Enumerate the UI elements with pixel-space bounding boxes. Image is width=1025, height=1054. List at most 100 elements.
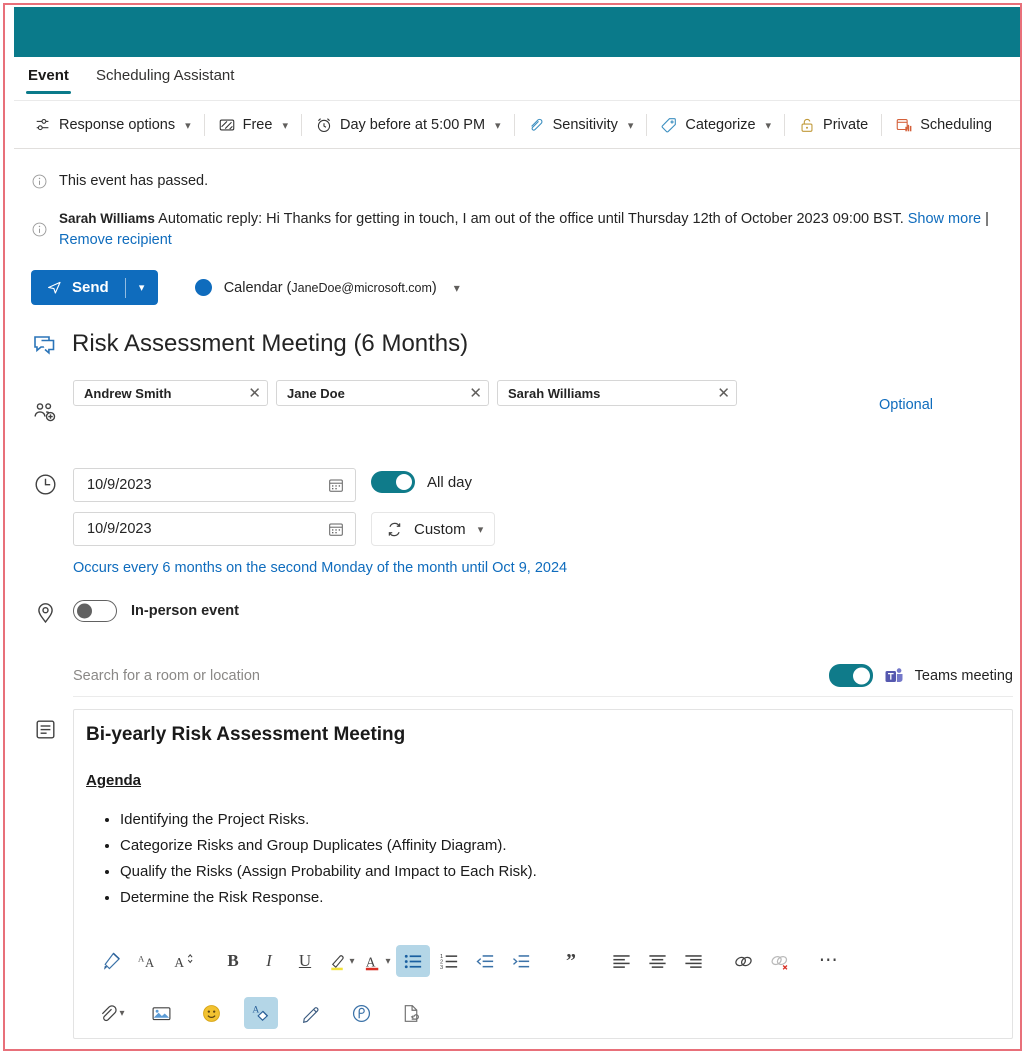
increase-indent-icon[interactable] [504,945,538,977]
chevron-down-icon[interactable]: ▾ [349,956,354,967]
svg-text:A: A [252,1004,259,1015]
optional-attendees-link[interactable]: Optional [879,397,933,413]
show-more-link[interactable]: Show more [908,211,981,227]
font-color-icon[interactable]: A ▾ [360,945,394,977]
repeat-icon [388,522,401,536]
chevron-down-icon: ▾ [495,119,501,132]
more-options-icon[interactable]: ⋯ [812,945,846,977]
busy-status-label: Free [242,117,273,133]
reminder-label: Day before at 5:00 PM [339,117,486,133]
private-button[interactable]: Private [790,108,876,142]
event-passed-notice: This event has passed. [31,171,208,192]
body-content[interactable]: Bi-yearly Risk Assessment Meeting Agenda… [74,710,1012,911]
insert-link-icon[interactable] [726,945,760,977]
attendee-chips: Andrew Smith ✕ Jane Doe ✕ Sarah Williams… [73,380,933,406]
in-person-toggle[interactable] [73,600,117,622]
send-button[interactable]: Send ▾ [31,270,158,305]
event-compose-window: Event Scheduling Assistant Response opti… [3,3,1022,1051]
tab-event[interactable]: Event [26,63,71,94]
toolbar-divider [300,114,302,136]
align-right-icon[interactable] [676,945,710,977]
calendar-dropdown-icon[interactable]: ▾ [454,281,460,295]
alarm-clock-icon [315,116,333,134]
reminder-button[interactable]: Day before at 5:00 PM ▾ [307,108,509,142]
recurrence-value: Custom [414,520,466,538]
underline-icon[interactable]: U [288,945,322,977]
sensitivity-button[interactable]: Sensitivity ▾ [520,108,642,142]
close-icon[interactable]: ✕ [717,386,730,401]
teams-chat-icon [32,335,58,359]
recurrence-button[interactable]: Custom ▾ [371,512,496,546]
close-icon[interactable]: ✕ [248,386,261,401]
window-title-bar [14,7,1020,57]
toolbar-divider [784,114,786,136]
event-body-editor[interactable]: Bi-yearly Risk Assessment Meeting Agenda… [73,709,1013,1039]
bulleted-list-icon[interactable] [396,945,430,977]
in-person-row: In-person event [73,600,239,622]
quote-icon[interactable]: ” [554,945,588,977]
tab-strip: Event Scheduling Assistant [14,57,1020,101]
command-bar: Response options ▾ Free ▾ Day before at … [14,102,1020,149]
chevron-down-icon: ▾ [627,119,634,132]
chevron-down-icon[interactable]: ▾ [119,1008,124,1019]
tab-scheduling-assistant[interactable]: Scheduling Assistant [94,63,236,94]
page-title[interactable]: Risk Assessment Meeting (6 Months) [72,330,468,358]
italic-icon[interactable]: I [252,945,286,977]
location-input[interactable]: Search for a room or location [73,668,260,684]
font-family-icon[interactable]: AA [130,945,164,977]
response-options-button[interactable]: Response options ▾ [26,108,199,142]
insert-from-onedrive-icon[interactable] [394,997,428,1029]
scheduling-poll-button[interactable]: Scheduling [887,108,1000,142]
formatting-options-icon[interactable]: A [244,997,278,1029]
bold-icon[interactable]: B [216,945,250,977]
chevron-down-icon: ▾ [765,119,772,132]
emoji-icon[interactable] [194,997,228,1029]
start-date-input[interactable]: 10/9/2023 [73,468,356,502]
body-heading: Bi-yearly Risk Assessment Meeting [86,724,406,745]
list-item: Determine the Risk Response. [120,885,996,911]
all-day-toggle[interactable] [371,471,415,493]
loop-component-icon[interactable] [344,997,378,1029]
description-icon [32,718,58,741]
insert-picture-icon[interactable] [144,997,178,1029]
attendee-chip[interactable]: Andrew Smith ✕ [73,380,268,406]
chevron-down-icon[interactable]: ▾ [385,956,390,967]
formatting-toolbar-row-2: ▾ A [74,997,1012,1029]
close-icon[interactable]: ✕ [469,386,482,401]
busy-status-button[interactable]: Free ▾ [210,108,296,142]
remove-recipient-link[interactable]: Remove recipient [59,232,172,248]
signature-icon[interactable] [294,997,328,1029]
align-left-icon[interactable] [604,945,638,977]
teams-meeting-group: Teams meeting [828,664,1013,687]
lock-icon [798,116,816,134]
end-date-input[interactable]: 10/9/2023 [73,512,356,546]
teams-meeting-toggle[interactable] [828,664,873,687]
toolbar-divider [203,114,205,136]
attendee-name: Sarah Williams [508,385,601,401]
toolbar-divider [881,114,883,136]
calendar-icon[interactable] [327,476,345,494]
font-size-icon[interactable]: A [166,945,200,977]
response-options-label: Response options [59,117,176,133]
align-center-icon[interactable] [640,945,674,977]
send-dropdown-button[interactable]: ▾ [126,270,158,305]
calendar-icon[interactable] [327,520,345,538]
attendee-chip[interactable]: Jane Doe ✕ [276,380,489,406]
chevron-down-icon: ▾ [282,119,288,132]
attendee-chip[interactable]: Sarah Williams ✕ [497,380,737,406]
list-item: Categorize Risks and Group Duplicates (A… [120,833,996,859]
teams-meeting-label: Teams meeting [914,667,1013,684]
decrease-indent-icon[interactable] [468,945,502,977]
svg-text:A: A [174,955,184,970]
highlight-color-icon[interactable]: ▾ [324,945,358,977]
attach-file-icon[interactable]: ▾ [94,997,128,1029]
categorize-button[interactable]: Categorize ▾ [652,108,779,142]
format-painter-icon[interactable] [94,945,128,977]
sensitivity-label: Sensitivity [552,117,618,133]
svg-text:3: 3 [439,964,442,970]
recurrence-description[interactable]: Occurs every 6 months on the second Mond… [73,560,567,576]
remove-link-icon[interactable] [762,945,796,977]
busy-status-icon [218,116,236,134]
svg-text:A: A [137,953,144,963]
numbered-list-icon[interactable]: 123 [432,945,466,977]
